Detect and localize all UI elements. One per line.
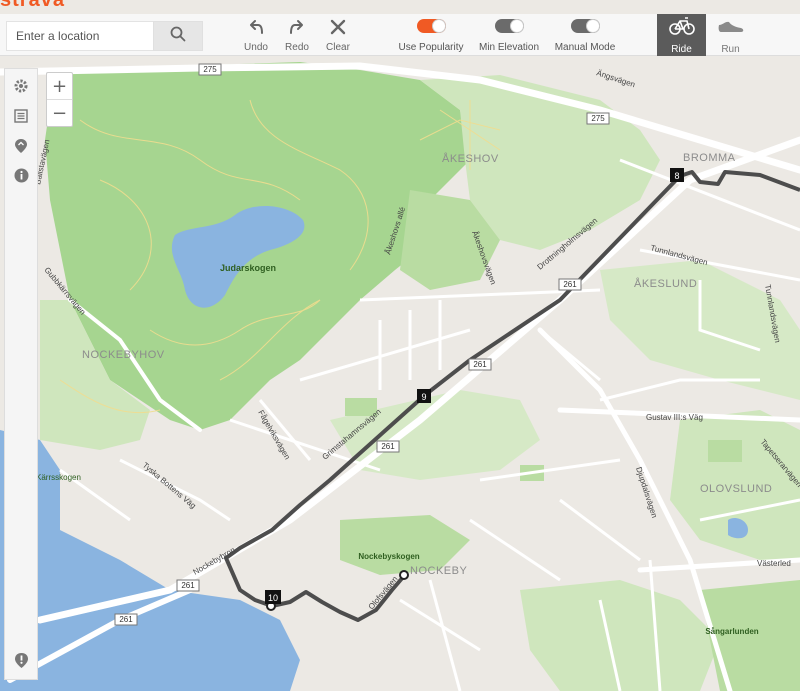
route-marker-8: 8 bbox=[670, 168, 684, 182]
close-icon bbox=[330, 19, 346, 38]
zoom-control: + − bbox=[46, 72, 73, 127]
min-elevation-toggle[interactable]: Min Elevation bbox=[476, 19, 542, 53]
route-marker-9: 9 bbox=[417, 389, 431, 403]
lake-label: Judarskogen bbox=[220, 263, 276, 273]
route-waypoint bbox=[399, 570, 409, 580]
park-area bbox=[708, 440, 742, 462]
road-label: Gustav III:s Väg bbox=[646, 413, 703, 422]
route-marker-10: 10 bbox=[265, 590, 281, 604]
zoom-in-button[interactable]: + bbox=[47, 73, 72, 100]
toggle-label: Min Elevation bbox=[478, 42, 540, 53]
place-label: OLOVSLUND bbox=[700, 483, 772, 495]
road-shield: 275 bbox=[203, 65, 217, 74]
search-button[interactable] bbox=[153, 21, 203, 51]
search-icon bbox=[170, 26, 186, 47]
park-label: Sångarlunden bbox=[705, 627, 758, 636]
zoom-out-button[interactable]: − bbox=[47, 100, 72, 127]
undo-button[interactable]: Undo bbox=[234, 18, 278, 53]
redo-button[interactable]: Redo bbox=[275, 18, 319, 53]
redo-icon bbox=[289, 19, 305, 38]
road-shield: 261 bbox=[181, 581, 195, 590]
info-icon bbox=[14, 168, 29, 188]
park-label: Kärrsskogen bbox=[36, 473, 81, 482]
road-shield: 261 bbox=[563, 280, 577, 289]
alert-icon bbox=[14, 652, 29, 674]
road-shield: 261 bbox=[119, 615, 133, 624]
toolbar: Undo Redo Clear Use Popularity Min Eleva… bbox=[0, 14, 800, 56]
route-marker-9-label: 9 bbox=[421, 392, 426, 402]
use-popularity-toggle[interactable]: Use Popularity bbox=[396, 19, 466, 53]
route-marker-10-label: 10 bbox=[268, 593, 278, 603]
map-canvas[interactable]: 8 9 10 275 275 261 261 261 261 261 ÅKESH… bbox=[0, 0, 800, 691]
toggle-switch[interactable] bbox=[570, 19, 600, 33]
settings-button[interactable] bbox=[5, 75, 37, 101]
route-pin-button[interactable] bbox=[5, 135, 37, 161]
place-label: ÅKESHOV bbox=[442, 152, 499, 165]
road-shield: 261 bbox=[473, 360, 487, 369]
list-icon bbox=[14, 108, 28, 128]
place-label: NOCKEBYHOV bbox=[82, 349, 165, 361]
shoe-icon bbox=[717, 19, 745, 38]
toggle-switch[interactable] bbox=[416, 19, 446, 33]
info-button[interactable] bbox=[5, 165, 37, 191]
toggle-label: Use Popularity bbox=[398, 42, 464, 53]
place-label: ÅKESLUND bbox=[634, 277, 697, 290]
run-label: Run bbox=[721, 44, 740, 55]
road-shield: 275 bbox=[591, 114, 605, 123]
place-label: NOCKEBY bbox=[410, 565, 467, 577]
toggle-label: Manual Mode bbox=[554, 42, 616, 53]
road-shield: 261 bbox=[381, 442, 395, 451]
redo-label: Redo bbox=[285, 42, 309, 53]
route-pin-icon bbox=[14, 138, 28, 159]
clear-button[interactable]: Clear bbox=[316, 18, 360, 53]
undo-label: Undo bbox=[244, 42, 268, 53]
bike-icon bbox=[668, 17, 695, 38]
report-button[interactable] bbox=[5, 650, 37, 676]
route-marker-8-label: 8 bbox=[674, 171, 679, 181]
route-list-button[interactable] bbox=[5, 105, 37, 131]
ride-mode-button[interactable]: Ride bbox=[657, 14, 706, 56]
undo-icon bbox=[248, 19, 264, 38]
place-label: BROMMA bbox=[683, 152, 736, 164]
gear-icon bbox=[13, 78, 29, 99]
clear-label: Clear bbox=[326, 42, 350, 53]
map-sidebar bbox=[4, 68, 38, 680]
manual-mode-toggle[interactable]: Manual Mode bbox=[552, 19, 618, 53]
app-logo[interactable]: strava bbox=[0, 0, 65, 8]
run-mode-button[interactable]: Run bbox=[706, 14, 755, 56]
toggle-switch[interactable] bbox=[494, 19, 524, 33]
search-input[interactable] bbox=[6, 21, 153, 51]
ride-label: Ride bbox=[671, 44, 692, 55]
park-label: Nockebyskogen bbox=[358, 552, 419, 561]
road-label: Västerled bbox=[757, 559, 791, 568]
